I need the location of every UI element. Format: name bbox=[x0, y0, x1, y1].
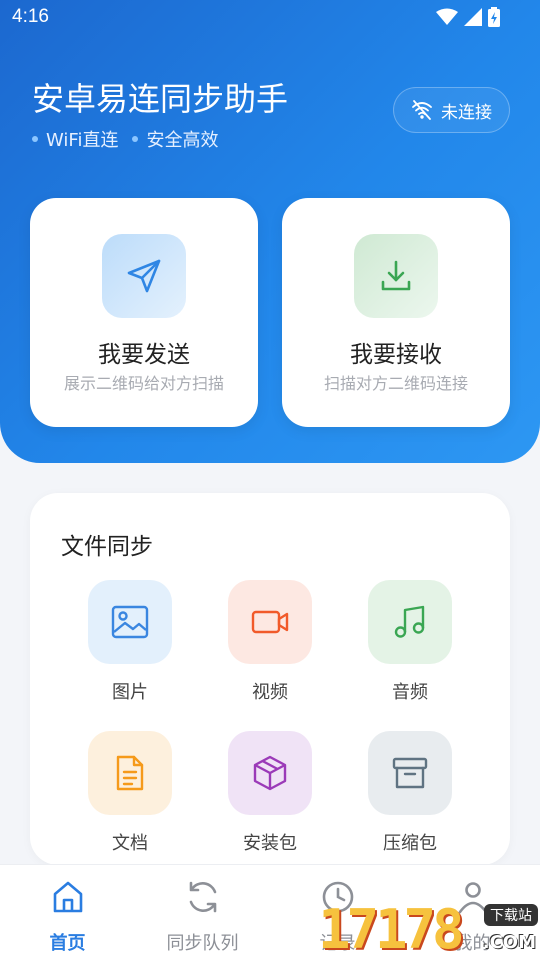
file-type-images[interactable]: 图片 bbox=[88, 580, 172, 704]
wifi-signal-icon bbox=[436, 8, 458, 25]
package-icon bbox=[253, 755, 287, 791]
file-type-label: 音频 bbox=[392, 682, 428, 703]
home-icon bbox=[53, 881, 82, 913]
file-type-audio[interactable]: 音频 bbox=[368, 580, 452, 704]
tagline: WiFi直连 安全高效 bbox=[32, 126, 218, 152]
app-title: 安卓易连同步助手 bbox=[32, 80, 289, 118]
file-type-label: 视频 bbox=[252, 682, 288, 703]
connection-status-button[interactable]: 未连接 bbox=[393, 87, 510, 133]
connection-status-label: 未连接 bbox=[441, 102, 492, 123]
tag-wifi-direct: WiFi直连 bbox=[32, 126, 118, 152]
send-icon-tile bbox=[102, 234, 186, 318]
tab-label: 首页 bbox=[49, 933, 86, 954]
header-banner: 4:16 安卓易连同步助手 WiFi直连 安全高效 未连接 我要发送 展示二维码… bbox=[0, 0, 540, 463]
file-type-documents[interactable]: 文档 bbox=[88, 731, 172, 855]
tab-sync-queue[interactable]: 同步队列 bbox=[135, 877, 270, 955]
cell-signal-icon bbox=[464, 8, 482, 26]
file-type-archives[interactable]: 压缩包 bbox=[368, 731, 452, 855]
tab-label: 同步队列 bbox=[166, 933, 239, 954]
watermark-logo: 17178 下载站 .COM bbox=[318, 900, 540, 960]
file-sync-card: 文件同步 图片 视频 音频 文档 安装包 压缩包 bbox=[30, 493, 510, 865]
battery-icon bbox=[488, 7, 500, 27]
file-type-label: 压缩包 bbox=[383, 833, 437, 854]
wifi-off-icon bbox=[412, 100, 432, 120]
watermark-digits: 17178 bbox=[318, 898, 465, 960]
image-icon bbox=[111, 605, 149, 639]
file-type-label: 文档 bbox=[112, 833, 148, 854]
receive-icon-tile bbox=[354, 234, 438, 318]
file-type-videos[interactable]: 视频 bbox=[228, 580, 312, 704]
file-sync-title: 文件同步 bbox=[61, 534, 153, 560]
status-bar: 4:16 bbox=[0, 0, 540, 36]
send-icon bbox=[127, 259, 161, 293]
send-card[interactable]: 我要发送 展示二维码给对方扫描 bbox=[30, 198, 258, 427]
watermark-suffix: .COM bbox=[482, 932, 536, 953]
receive-card[interactable]: 我要接收 扫描对方二维码连接 bbox=[282, 198, 510, 427]
status-icons bbox=[436, 7, 500, 27]
download-icon bbox=[381, 260, 411, 291]
sync-icon bbox=[189, 881, 216, 913]
file-type-packages[interactable]: 安装包 bbox=[228, 731, 312, 855]
send-subtitle: 展示二维码给对方扫描 bbox=[63, 374, 224, 393]
send-title: 我要发送 bbox=[98, 342, 190, 368]
video-icon bbox=[251, 610, 289, 634]
receive-title: 我要接收 bbox=[350, 342, 442, 368]
document-icon bbox=[116, 755, 144, 791]
receive-subtitle: 扫描对方二维码连接 bbox=[323, 374, 468, 393]
tag-secure: 安全高效 bbox=[132, 126, 218, 152]
watermark-badge: 下载站 bbox=[484, 904, 538, 926]
tab-home[interactable]: 首页 bbox=[0, 877, 135, 955]
archive-icon bbox=[392, 757, 428, 789]
file-type-label: 图片 bbox=[112, 682, 148, 703]
status-time: 4:16 bbox=[12, 6, 49, 27]
music-icon bbox=[394, 605, 425, 638]
file-type-label: 安装包 bbox=[243, 833, 297, 854]
